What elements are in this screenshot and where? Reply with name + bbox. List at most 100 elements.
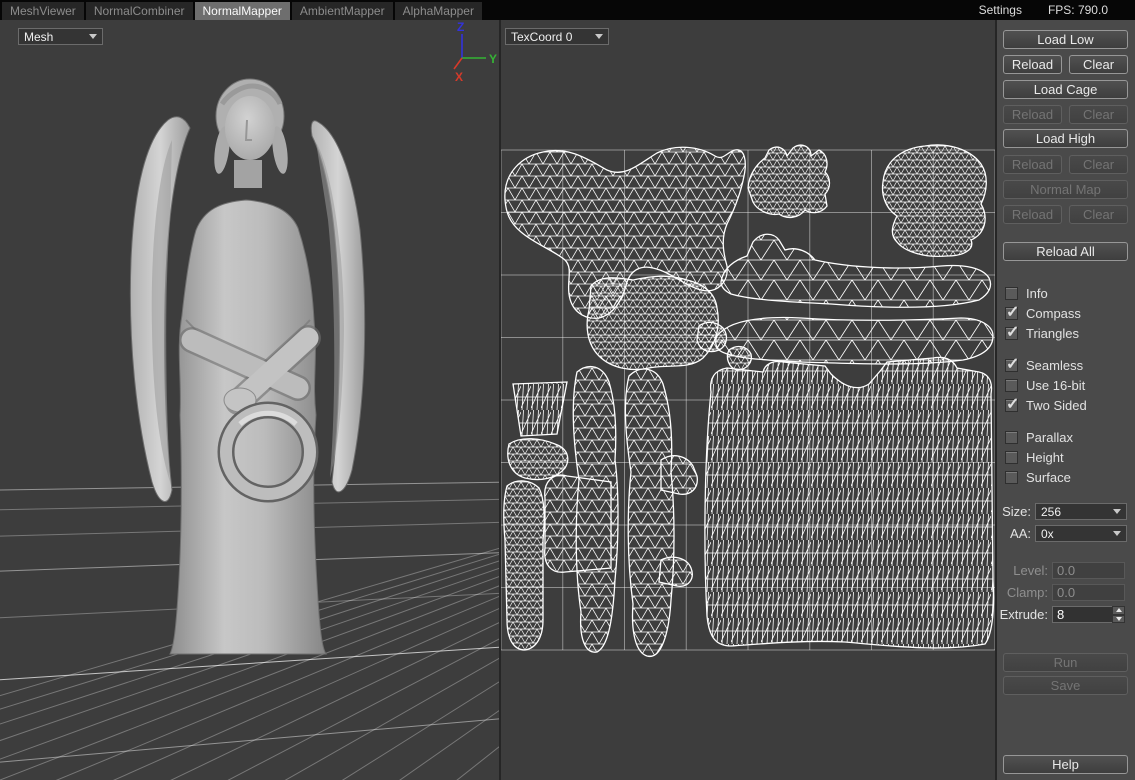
uv-island-sleeves [545, 367, 698, 657]
uv-island-hand-a [697, 322, 726, 351]
extrude-spinner [1112, 606, 1125, 623]
triangles-checkbox-box[interactable] [1005, 327, 1018, 340]
clear-high-button[interactable]: Clear [1069, 155, 1128, 174]
statue-neck [234, 160, 262, 188]
clamp-label: Clamp: [997, 584, 1048, 601]
reload-low-button[interactable]: Reload [1003, 55, 1062, 74]
triangle-up-icon [1116, 608, 1122, 612]
chevron-down-icon [595, 34, 603, 39]
texcoord-select[interactable]: TexCoord 0 [505, 28, 609, 45]
aa-select-value: 0x [1041, 527, 1109, 541]
settings-button[interactable]: Settings [979, 3, 1022, 17]
use-16-bit-checkbox-label: Use 16-bit [1026, 378, 1085, 393]
y-axis-label: Y [489, 52, 497, 66]
clear-cage-button[interactable]: Clear [1069, 105, 1128, 124]
uv-island-skirt [705, 357, 994, 647]
chevron-down-icon [89, 34, 97, 39]
uv-island-head [883, 145, 987, 256]
axis-gizmo: Z Y X [448, 20, 499, 84]
reload-high-button[interactable]: Reload [1003, 155, 1062, 174]
statue-face [225, 96, 275, 160]
checkbox-compass[interactable]: Compass [1005, 305, 1081, 321]
checkbox-info[interactable]: Info [1005, 285, 1048, 301]
checkbox-two-sided[interactable]: Two Sided [1005, 397, 1087, 413]
tab-meshviewer[interactable]: MeshViewer [2, 2, 84, 20]
surface-checkbox-box[interactable] [1005, 471, 1018, 484]
uv-island-chest [587, 276, 718, 369]
fps-counter: FPS: 790.0 [1048, 3, 1108, 17]
normal-map-button[interactable]: Normal Map [1003, 180, 1128, 199]
compass-checkbox-label: Compass [1026, 306, 1081, 321]
seamless-checkbox-box[interactable] [1005, 359, 1018, 372]
load-high-button[interactable]: Load High [1003, 129, 1128, 148]
run-button[interactable]: Run [1003, 653, 1128, 672]
reload-cage-button[interactable]: Reload [1003, 105, 1062, 124]
triangles-checkbox-label: Triangles [1026, 326, 1079, 341]
tab-strip: MeshViewer NormalCombiner NormalMapper A… [0, 0, 484, 20]
checkbox-parallax[interactable]: Parallax [1005, 429, 1073, 445]
height-checkbox-box[interactable] [1005, 451, 1018, 464]
statue-3d-render [0, 20, 499, 780]
texcoord-select-value: TexCoord 0 [511, 30, 591, 44]
chevron-down-icon [1113, 531, 1121, 536]
uv-islands [504, 145, 994, 656]
mesh-select[interactable]: Mesh [18, 28, 103, 45]
checkbox-use-16-bit[interactable]: Use 16-bit [1005, 377, 1085, 393]
use-16-bit-checkbox-box[interactable] [1005, 379, 1018, 392]
reload-all-button[interactable]: Reload All [1003, 242, 1128, 261]
parallax-checkbox-box[interactable] [1005, 431, 1018, 444]
uv-island-lamp-fan [513, 382, 567, 436]
3d-viewport[interactable]: Mesh Z Y X [0, 20, 501, 780]
main-area: Mesh Z Y X [0, 20, 1135, 780]
x-axis-label: X [455, 70, 463, 84]
mesh-select-value: Mesh [24, 30, 85, 44]
two-sided-checkbox-box[interactable] [1005, 399, 1018, 412]
aa-select[interactable]: 0x [1035, 525, 1127, 542]
compass-checkbox-box[interactable] [1005, 307, 1018, 320]
uv-island-hand-b [727, 347, 751, 370]
load-cage-button[interactable]: Load Cage [1003, 80, 1128, 99]
extrude-increment-button[interactable] [1112, 606, 1125, 615]
aa-label: AA: [997, 525, 1031, 542]
checkbox-triangles[interactable]: Triangles [1005, 325, 1079, 341]
normalmapper-app: MeshViewer NormalCombiner NormalMapper A… [0, 0, 1135, 780]
two-sided-checkbox-label: Two Sided [1026, 398, 1087, 413]
z-axis-label: Z [457, 20, 464, 34]
extrude-decrement-button[interactable] [1112, 615, 1125, 624]
chevron-down-icon [1113, 509, 1121, 514]
tab-normalmapper[interactable]: NormalMapper [195, 2, 290, 20]
top-tab-bar: MeshViewer NormalCombiner NormalMapper A… [0, 0, 1135, 20]
level-label: Level: [997, 562, 1048, 579]
parallax-checkbox-label: Parallax [1026, 430, 1073, 445]
uv-island-crown [748, 145, 830, 217]
clear-low-button[interactable]: Clear [1069, 55, 1128, 74]
save-button[interactable]: Save [1003, 676, 1128, 695]
topbar-right-group: Settings FPS: 790.0 [979, 0, 1135, 20]
size-select-value: 256 [1041, 505, 1109, 519]
help-button[interactable]: Help [1003, 755, 1128, 774]
size-label: Size: [997, 503, 1031, 520]
uv-island-lamp-blob [508, 439, 568, 480]
clear-map-button[interactable]: Clear [1069, 205, 1128, 224]
clamp-input[interactable] [1052, 584, 1125, 601]
tab-normalcombiner[interactable]: NormalCombiner [86, 2, 193, 20]
level-input[interactable] [1052, 562, 1125, 579]
info-checkbox-label: Info [1026, 286, 1048, 301]
checkbox-height[interactable]: Height [1005, 449, 1064, 465]
tab-ambientmapper[interactable]: AmbientMapper [292, 2, 393, 20]
uv-layout-canvas [501, 20, 995, 780]
uv-island-wing-b [716, 318, 993, 364]
info-checkbox-box[interactable] [1005, 287, 1018, 300]
uv-viewport[interactable]: TexCoord 0 [501, 20, 997, 780]
surface-checkbox-label: Surface [1026, 470, 1071, 485]
checkbox-surface[interactable]: Surface [1005, 469, 1071, 485]
tab-alphamapper[interactable]: AlphaMapper [395, 2, 482, 20]
uv-island-arm-strip [504, 481, 545, 650]
height-checkbox-label: Height [1026, 450, 1064, 465]
checkbox-seamless[interactable]: Seamless [1005, 357, 1083, 373]
reload-map-button[interactable]: Reload [1003, 205, 1062, 224]
size-select[interactable]: 256 [1035, 503, 1127, 520]
load-low-button[interactable]: Load Low [1003, 30, 1128, 49]
control-panel: Load Low Reload Clear Load Cage Reload C… [997, 20, 1135, 780]
extrude-label: Extrude: [997, 606, 1048, 623]
